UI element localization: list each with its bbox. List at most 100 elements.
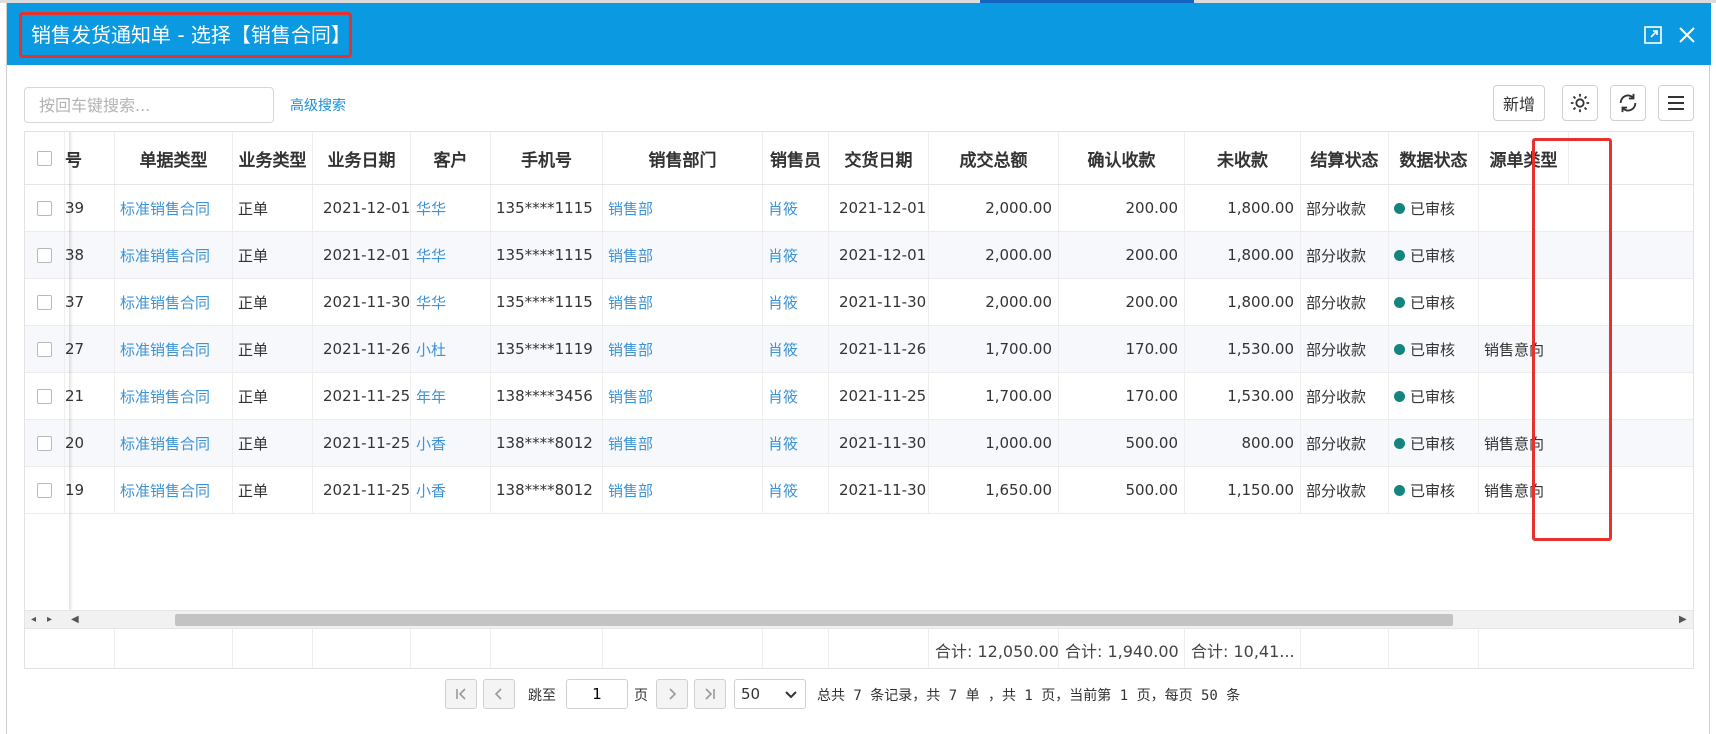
cell-dept[interactable]: 销售部: [603, 232, 763, 278]
cell-salesman[interactable]: 肖筱: [763, 279, 829, 325]
cell-customer[interactable]: 华华: [411, 279, 491, 325]
cell-doc-type[interactable]: 标准销售合同: [115, 326, 233, 372]
table-footer: 合计: 12,050.00 合计: 1,940.00 合计: 10,41...: [25, 628, 1693, 668]
cell-doc-type[interactable]: 标准销售合同: [115, 420, 233, 466]
footer-cell: [25, 629, 115, 668]
header-select-all[interactable]: [25, 132, 65, 184]
refresh-button[interactable]: [1610, 85, 1646, 121]
table-row[interactable]: 19 标准销售合同 正单 2021-11-25 小香 138****8012 销售部 肖筱 20…: [25, 467, 1693, 514]
cell-data-status: 已审核: [1389, 232, 1479, 278]
page-number-input[interactable]: [566, 679, 628, 709]
cell-doc-type[interactable]: 标准销售合同: [115, 232, 233, 278]
cell-data-status: 已审核: [1389, 373, 1479, 419]
scroll-right-small-icon[interactable]: ▸: [47, 614, 52, 625]
column-menu-button[interactable]: [1658, 85, 1694, 121]
row-select[interactable]: [25, 373, 65, 419]
table-row[interactable]: 38 标准销售合同 正单 2021-12-01 华华 135****1115 销售部 肖筱 20…: [25, 232, 1693, 279]
col-delivery-date[interactable]: 交货日期: [829, 132, 929, 184]
cell-biz-type-text: 正单: [238, 434, 269, 453]
row-checkbox[interactable]: [37, 482, 52, 498]
cell-dept[interactable]: 销售部: [603, 185, 763, 231]
cell-salesman[interactable]: 肖筱: [763, 420, 829, 466]
col-biz-type[interactable]: 业务类型: [233, 132, 313, 184]
footer-cell: [763, 629, 829, 668]
cell-salesman[interactable]: 肖筱: [763, 467, 829, 513]
col-doc-type[interactable]: 单据类型: [115, 132, 233, 184]
row-select[interactable]: [25, 326, 65, 372]
col-received[interactable]: 确认收款: [1059, 132, 1185, 184]
cell-no-text: 27: [65, 340, 85, 358]
advanced-search-link[interactable]: 高级搜索: [290, 95, 346, 115]
cell-doc-type[interactable]: 标准销售合同: [115, 279, 233, 325]
row-select[interactable]: [25, 467, 65, 513]
cell-dept[interactable]: 销售部: [603, 326, 763, 372]
cell-customer[interactable]: 小杜: [411, 326, 491, 372]
row-select[interactable]: [25, 185, 65, 231]
table-row[interactable]: 20 标准销售合同 正单 2021-11-25 小香 138****8012 销售部 肖筱 20…: [25, 420, 1693, 467]
cell-dept[interactable]: 销售部: [603, 467, 763, 513]
last-page-button[interactable]: [694, 679, 726, 709]
settings-button[interactable]: [1562, 85, 1598, 121]
cell-dept[interactable]: 销售部: [603, 279, 763, 325]
cell-dept[interactable]: 销售部: [603, 420, 763, 466]
prev-page-button[interactable]: [483, 679, 515, 709]
scroll-left-icon[interactable]: ◀: [71, 614, 79, 625]
row-select[interactable]: [25, 232, 65, 278]
cell-doc-type[interactable]: 标准销售合同: [115, 373, 233, 419]
new-button[interactable]: 新增: [1493, 85, 1545, 121]
table-row[interactable]: 39 标准销售合同 正单 2021-12-01 华华 135****1115 销售部 肖筱 20…: [25, 185, 1693, 232]
cell-customer[interactable]: 华华: [411, 185, 491, 231]
cell-settle-status-text: 部分收款: [1306, 199, 1367, 218]
row-checkbox[interactable]: [37, 341, 52, 357]
first-page-button[interactable]: [445, 679, 477, 709]
scrollbar-thumb[interactable]: [175, 614, 1453, 626]
cell-customer[interactable]: 年年: [411, 373, 491, 419]
search-input[interactable]: [24, 87, 274, 123]
cell-biz-type: 正单: [233, 420, 313, 466]
cell-salesman[interactable]: 肖筱: [763, 373, 829, 419]
table-row[interactable]: 37 标准销售合同 正单 2021-11-30 华华 135****1115 销售部 肖筱 20…: [25, 279, 1693, 326]
row-checkbox[interactable]: [37, 294, 52, 310]
col-source-type[interactable]: 源单类型: [1479, 132, 1569, 184]
cell-delivery-date-text: 2021-11-26: [839, 340, 927, 358]
scroll-left-small-icon[interactable]: ◂: [31, 614, 36, 625]
close-icon[interactable]: [1677, 25, 1697, 45]
cell-customer[interactable]: 华华: [411, 232, 491, 278]
page-size-select[interactable]: 50: [734, 679, 806, 709]
col-total[interactable]: 成交总额: [929, 132, 1059, 184]
cell-source-type: 销售意向: [1479, 326, 1693, 372]
row-checkbox[interactable]: [37, 388, 52, 404]
col-settle-status[interactable]: 结算状态: [1301, 132, 1389, 184]
next-page-button[interactable]: [656, 679, 688, 709]
col-customer[interactable]: 客户: [411, 132, 491, 184]
row-select[interactable]: [25, 420, 65, 466]
cell-salesman[interactable]: 肖筱: [763, 232, 829, 278]
select-all-checkbox[interactable]: [37, 150, 52, 166]
cell-data-status-text: 已审核: [1410, 387, 1456, 406]
cell-dept[interactable]: 销售部: [603, 373, 763, 419]
cell-customer[interactable]: 小香: [411, 420, 491, 466]
col-salesman[interactable]: 销售员: [763, 132, 829, 184]
cell-total-text: 1,700.00: [985, 340, 1052, 358]
cell-biz-type-text: 正单: [238, 199, 269, 218]
cell-salesman[interactable]: 肖筱: [763, 185, 829, 231]
cell-doc-type[interactable]: 标准销售合同: [115, 185, 233, 231]
row-checkbox[interactable]: [37, 435, 52, 451]
col-data-status[interactable]: 数据状态: [1389, 132, 1479, 184]
col-dept[interactable]: 销售部门: [603, 132, 763, 184]
horizontal-scrollbar[interactable]: ◂ ▸ ◀ ▶: [25, 610, 1693, 628]
maximize-icon[interactable]: [1643, 25, 1663, 45]
row-checkbox[interactable]: [37, 200, 52, 216]
col-phone[interactable]: 手机号: [491, 132, 603, 184]
cell-customer[interactable]: 小香: [411, 467, 491, 513]
table-row[interactable]: 27 标准销售合同 正单 2021-11-26 小杜 135****1119 销售部 肖筱 20…: [25, 326, 1693, 373]
cell-doc-type[interactable]: 标准销售合同: [115, 467, 233, 513]
table-row[interactable]: 21 标准销售合同 正单 2021-11-25 年年 138****3456 销售部 肖筱 20…: [25, 373, 1693, 420]
cell-data-status-text: 已审核: [1410, 434, 1456, 453]
cell-salesman[interactable]: 肖筱: [763, 326, 829, 372]
col-biz-date[interactable]: 业务日期: [313, 132, 411, 184]
scroll-right-icon[interactable]: ▶: [1679, 614, 1687, 625]
row-select[interactable]: [25, 279, 65, 325]
col-unpaid[interactable]: 未收款: [1185, 132, 1301, 184]
row-checkbox[interactable]: [37, 247, 52, 263]
